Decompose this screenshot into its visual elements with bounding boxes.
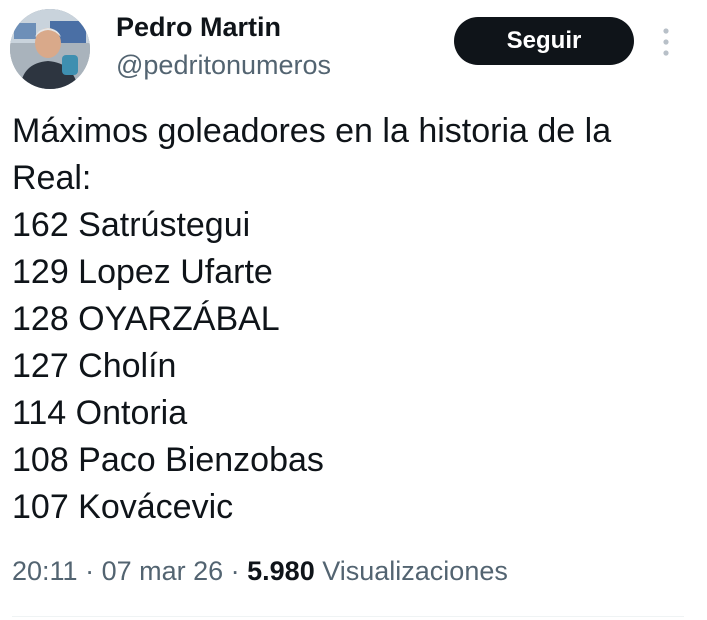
more-options-button[interactable]: [655, 26, 677, 58]
tweet-text-line: 128 OYARZÁBAL: [12, 300, 280, 338]
tweet-date[interactable]: 07 mar 26: [102, 556, 224, 586]
tweet-text: Máximos goleadores en la historia de la …: [12, 108, 692, 531]
tweet-text-line: 162 Satrústegui: [12, 206, 251, 244]
tweet-meta: 20:11 · 07 mar 26 · 5.980 Visualizacione…: [12, 556, 508, 587]
views-label[interactable]: Visualizaciones: [322, 556, 508, 586]
divider: [12, 616, 684, 617]
author-display-name[interactable]: Pedro Martin: [116, 12, 281, 43]
meta-separator: ·: [77, 556, 102, 586]
tweet-text-line: 107 Kovácevic: [12, 488, 234, 526]
vertical-ellipsis-icon: [663, 28, 669, 56]
tweet-text-line: Máximos goleadores en la historia de la: [12, 112, 612, 150]
author-avatar[interactable]: [10, 9, 90, 89]
views-count[interactable]: 5.980: [247, 556, 315, 586]
user-avatar-photo: [10, 9, 90, 89]
author-handle[interactable]: @pedritonumeros: [116, 50, 331, 81]
tweet-text-line: 127 Cholín: [12, 347, 177, 385]
tweet-time[interactable]: 20:11: [12, 556, 78, 586]
tweet-text-line: 108 Paco Bienzobas: [12, 441, 324, 479]
meta-separator: ·: [223, 556, 248, 586]
follow-button[interactable]: Seguir: [454, 17, 634, 65]
tweet-text-line: Real:: [12, 159, 92, 197]
tweet-text-line: 114 Ontoria: [12, 394, 188, 432]
tweet-text-line: 129 Lopez Ufarte: [12, 253, 273, 291]
follow-button-label: Seguir: [506, 27, 582, 54]
